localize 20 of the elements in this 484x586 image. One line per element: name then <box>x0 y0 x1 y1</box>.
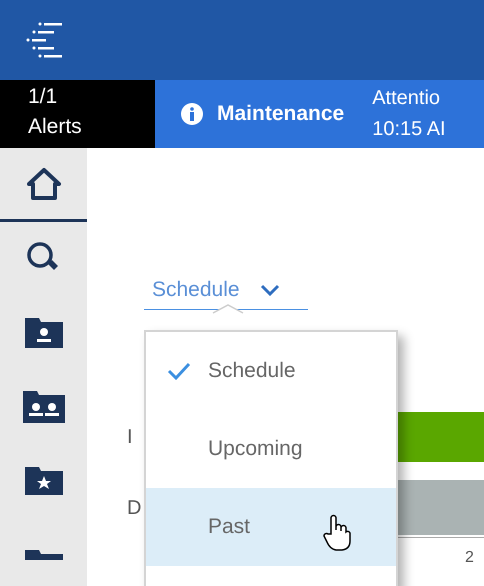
chevron-down-icon <box>260 284 280 296</box>
folder-person-icon <box>24 318 62 348</box>
menu-option[interactable]: Schedule <box>146 332 396 410</box>
menu-option[interactable]: Past <box>146 488 396 566</box>
bar-label: D <box>127 496 142 520</box>
home-icon <box>26 166 62 200</box>
alert-category: Maintenance <box>217 101 344 128</box>
info-icon <box>181 103 203 125</box>
bar-label: I <box>127 425 134 450</box>
menu-option[interactable]: Upcoming <box>146 410 396 488</box>
alert-time: 10:15 AI <box>372 117 446 142</box>
alert-count: 1/1 <box>28 84 58 110</box>
hand-cursor-icon <box>322 514 352 552</box>
axis-tick-label: 2 <box>465 548 474 568</box>
alert-message: Attentio <box>372 86 442 111</box>
folder-icon <box>24 550 62 560</box>
folder-star-icon <box>24 467 62 495</box>
alerts-label: Alerts <box>28 114 83 140</box>
folder-people-icon <box>22 391 64 423</box>
alert-count-panel[interactable]: 1/1 Alerts <box>0 80 155 148</box>
